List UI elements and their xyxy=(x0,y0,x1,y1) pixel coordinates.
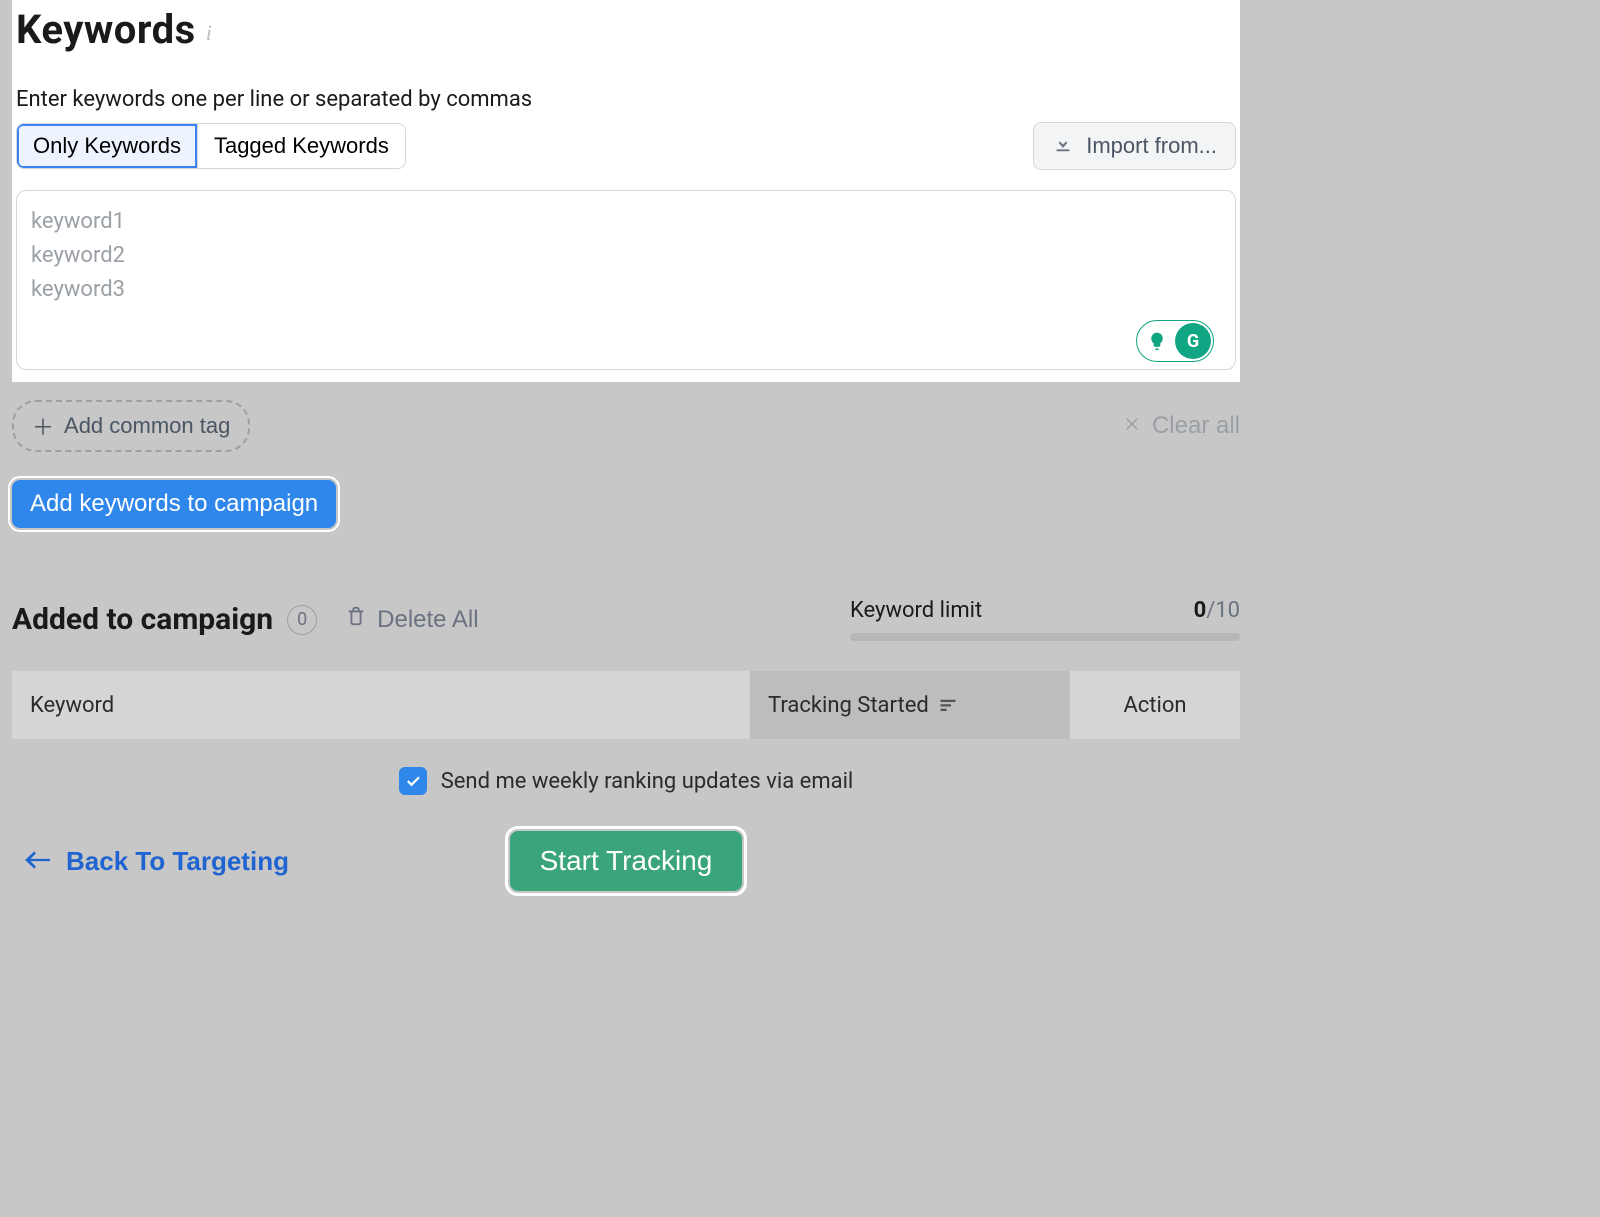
keywords-textarea[interactable] xyxy=(16,190,1236,370)
tag-row: ＋ Add common tag Clear all xyxy=(12,400,1240,452)
delete-all-button[interactable]: Delete All xyxy=(345,605,478,634)
keyword-limit-label: Keyword limit xyxy=(850,598,982,623)
keyword-limit-bar xyxy=(850,633,1240,641)
import-label: Import from... xyxy=(1086,133,1217,159)
column-tracking-label: Tracking Started xyxy=(768,693,929,718)
tab-tagged-keywords[interactable]: Tagged Keywords xyxy=(197,124,405,168)
import-from-button[interactable]: Import from... xyxy=(1033,122,1236,170)
add-common-tag-label: Add common tag xyxy=(64,413,230,439)
keyword-limit-value: 0/10 xyxy=(1194,598,1240,623)
delete-all-label: Delete All xyxy=(377,606,478,634)
keyword-limit-row: Keyword limit 0/10 xyxy=(850,598,1240,623)
weekly-email-row: Send me weekly ranking updates via email xyxy=(12,767,1240,795)
tab-only-keywords[interactable]: Only Keywords xyxy=(17,124,197,168)
add-common-tag-button[interactable]: ＋ Add common tag xyxy=(12,400,250,452)
weekly-email-checkbox[interactable] xyxy=(399,767,427,795)
added-to-campaign-heading: Added to campaign xyxy=(12,602,273,637)
grammarly-icon: G xyxy=(1175,323,1211,359)
column-tracking-started[interactable]: Tracking Started xyxy=(750,671,1070,739)
keywords-card: Keywords i Enter keywords one per line o… xyxy=(12,0,1240,382)
page-title: Keywords xyxy=(16,6,196,53)
column-keyword[interactable]: Keyword xyxy=(12,671,750,739)
trash-icon xyxy=(345,605,367,634)
bulb-icon xyxy=(1139,323,1175,359)
campaign-left: Added to campaign 0 Delete All xyxy=(12,602,479,637)
arrow-left-icon xyxy=(24,846,50,877)
back-to-targeting-button[interactable]: Back To Targeting xyxy=(24,846,289,877)
keyword-type-segmented: Only Keywords Tagged Keywords xyxy=(16,123,406,169)
tabs-row: Only Keywords Tagged Keywords Import fro… xyxy=(16,122,1236,170)
download-icon xyxy=(1052,132,1074,160)
campaign-header-row: Added to campaign 0 Delete All Keyword l… xyxy=(12,598,1240,641)
sort-desc-icon xyxy=(939,693,957,718)
grammarly-widget[interactable]: G xyxy=(1136,320,1214,362)
below-card-area: ＋ Add common tag Clear all Add keywords … xyxy=(0,400,1252,911)
clear-all-button[interactable]: Clear all xyxy=(1124,412,1240,440)
table-header: Keyword Tracking Started Action xyxy=(12,671,1240,739)
title-row: Keywords i xyxy=(16,0,1236,53)
footer-row: Back To Targeting Start Tracking xyxy=(12,831,1240,911)
campaign-count-badge: 0 xyxy=(287,605,317,635)
back-label: Back To Targeting xyxy=(66,846,289,877)
plus-icon: ＋ xyxy=(32,410,54,442)
close-icon xyxy=(1124,412,1142,440)
add-keywords-to-campaign-button[interactable]: Add keywords to campaign xyxy=(12,480,336,528)
weekly-email-label: Send me weekly ranking updates via email xyxy=(441,769,854,794)
page-subtitle: Enter keywords one per line or separated… xyxy=(16,87,1236,112)
column-action: Action xyxy=(1070,671,1240,739)
info-icon[interactable]: i xyxy=(206,20,212,46)
campaign-right: Keyword limit 0/10 xyxy=(850,598,1240,641)
start-tracking-button[interactable]: Start Tracking xyxy=(510,831,743,891)
clear-all-label: Clear all xyxy=(1152,412,1240,440)
